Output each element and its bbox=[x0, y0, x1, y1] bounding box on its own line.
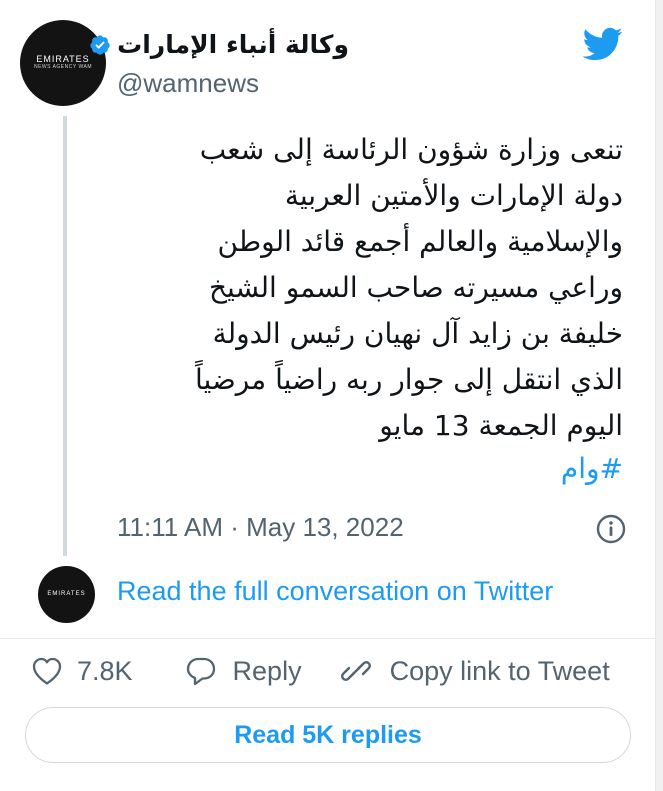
tweet-timestamp[interactable]: 11:11 AM · May 13, 2022 bbox=[117, 512, 404, 543]
verified-badge-icon bbox=[90, 34, 110, 55]
divider bbox=[0, 638, 655, 639]
heart-icon bbox=[32, 657, 62, 685]
twitter-bird-icon[interactable] bbox=[581, 26, 623, 62]
conversation-avatar-text: EMIRATES bbox=[47, 591, 86, 598]
read-replies-button[interactable]: Read 5K replies bbox=[25, 707, 631, 763]
avatar-logo-subtext: NEWS AGENCY WAM bbox=[33, 64, 93, 71]
like-button[interactable]: 7.8K bbox=[31, 656, 133, 687]
reply-button[interactable]: Reply bbox=[185, 655, 302, 687]
tweet-text: تنعى وزارة شؤون الرئاسة إلى شعب دولة الإ… bbox=[194, 133, 623, 442]
hashtag-link[interactable]: #وام bbox=[561, 452, 623, 485]
info-icon[interactable] bbox=[596, 514, 626, 544]
read-full-conversation-link[interactable]: Read the full conversation on Twitter bbox=[117, 576, 553, 607]
copy-link-label: Copy link to Tweet bbox=[389, 655, 610, 686]
link-icon bbox=[340, 661, 371, 681]
account-handle[interactable]: @wamnews bbox=[117, 68, 259, 99]
display-name[interactable]: وكالة أنباء الإمارات bbox=[117, 30, 349, 59]
display-name-row[interactable]: وكالة أنباء الإمارات bbox=[89, 30, 349, 59]
conversation-avatar[interactable]: EMIRATES bbox=[38, 566, 95, 623]
reply-label: Reply bbox=[232, 655, 302, 686]
copy-link-button[interactable]: Copy link to Tweet bbox=[340, 655, 610, 687]
tweet-card: EMIRATES NEWS AGENCY WAM وكالة أنباء الإ… bbox=[0, 0, 656, 791]
speech-bubble-icon bbox=[186, 657, 215, 686]
action-bar: 7.8K Reply Copy link to Tweet bbox=[31, 651, 610, 691]
thread-line bbox=[63, 116, 67, 556]
like-count: 7.8K bbox=[77, 655, 133, 686]
